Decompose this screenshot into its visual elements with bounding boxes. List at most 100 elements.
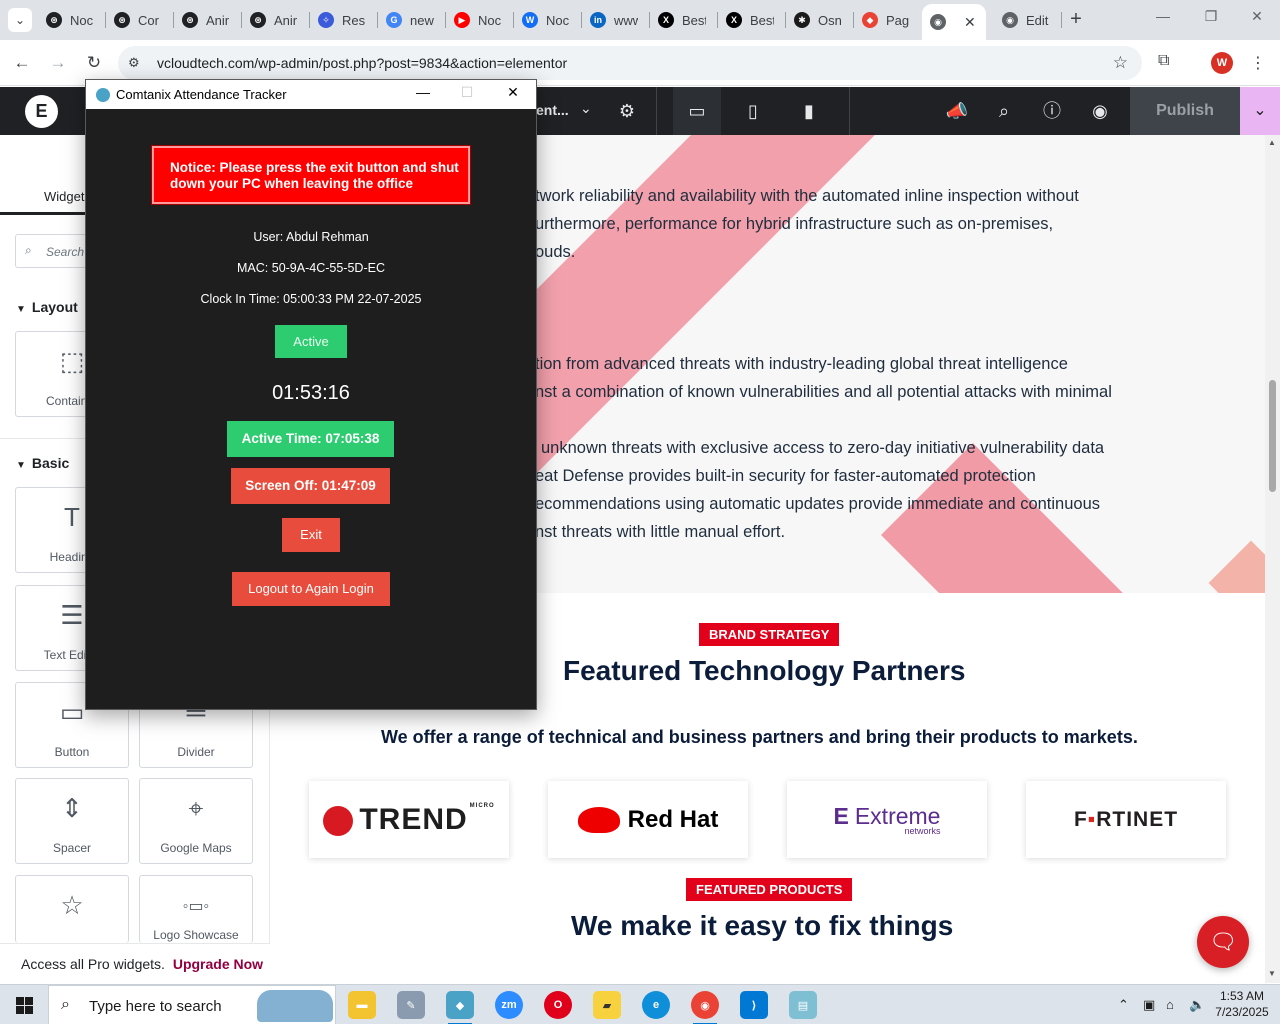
browser-tab[interactable]: Gnew bbox=[378, 4, 446, 36]
browser-tab[interactable]: ◉ Edit bbox=[994, 4, 1062, 36]
partner-logo-trend-micro[interactable]: TREND MICRO bbox=[309, 781, 509, 858]
browser-tab-label: Cor bbox=[138, 12, 159, 28]
partner-logo-fortinet[interactable]: F▪RTINET bbox=[1026, 781, 1226, 858]
start-button[interactable] bbox=[0, 985, 48, 1024]
widget-logo-showcase[interactable]: ◦▭◦ Logo Showcase bbox=[139, 875, 253, 943]
logout-button[interactable]: Logout to Again Login bbox=[232, 572, 390, 606]
finder-search-icon[interactable]: ⌕ bbox=[992, 99, 1016, 123]
tracker-title-bar[interactable]: Comtanix Attendance Tracker — ☐ ✕ bbox=[86, 80, 536, 109]
address-bar[interactable]: ⚙ vcloudtech.com/wp-admin/post.php?post=… bbox=[118, 46, 1142, 80]
tablet-view-icon[interactable]: ▯ bbox=[741, 99, 765, 123]
browser-tab[interactable]: ◆ Pag bbox=[854, 4, 922, 36]
publish-options-chevron-icon[interactable]: ⌄ bbox=[1240, 87, 1280, 135]
products-title: We make it easy to fix things bbox=[571, 910, 954, 941]
tracker-minimize-button[interactable]: — bbox=[408, 84, 438, 104]
document-chevron-down-icon[interactable]: ⌄ bbox=[580, 100, 592, 117]
widget-google-maps[interactable]: ⌖ Google Maps bbox=[139, 778, 253, 864]
scroll-up-arrow-icon[interactable]: ▲ bbox=[1268, 138, 1276, 147]
canvas-scrollbar[interactable]: ▲ ▼ bbox=[1265, 135, 1280, 983]
partner-logo-red-hat[interactable]: Red Hat bbox=[548, 781, 748, 858]
publish-button[interactable]: Publish bbox=[1130, 87, 1240, 135]
page-settings-gear-icon[interactable]: ⚙ bbox=[615, 99, 639, 123]
system-clock[interactable]: 1:53 AM 7/23/2025 bbox=[1212, 988, 1272, 1020]
widget-icon[interactable]: ☆ bbox=[15, 875, 129, 943]
tray-app-icon[interactable]: ▣ bbox=[1143, 997, 1155, 1013]
network-icon[interactable]: ⌂ bbox=[1166, 997, 1174, 1012]
bookmark-star-icon[interactable]: ☆ bbox=[1113, 53, 1128, 73]
reload-button[interactable]: ↻ bbox=[82, 51, 106, 75]
browser-tab[interactable]: ⊛ Anir bbox=[242, 4, 310, 36]
file-explorer-icon[interactable]: ▬ bbox=[348, 991, 376, 1019]
browser-tab[interactable]: ⊛ Noc bbox=[38, 4, 106, 36]
upgrade-now-link[interactable]: Upgrade Now bbox=[173, 956, 263, 972]
globe-icon: ◉ bbox=[1002, 12, 1018, 28]
browser-menu-icon[interactable]: ⋮ bbox=[1250, 53, 1266, 73]
whats-new-megaphone-icon[interactable]: 📣 bbox=[945, 99, 969, 123]
opera-icon[interactable]: O bbox=[544, 991, 572, 1019]
widget-label: Divider bbox=[177, 745, 215, 759]
forward-button[interactable]: → bbox=[46, 51, 70, 75]
sticky-notes-icon[interactable]: ▰ bbox=[593, 991, 621, 1019]
browser-tab[interactable]: ◉ ✕ bbox=[922, 4, 986, 40]
scroll-thumb[interactable] bbox=[1269, 380, 1276, 492]
browser-tab-label: Noc bbox=[478, 12, 502, 28]
browser-tab[interactable]: X Best bbox=[718, 4, 786, 36]
browser-tab-label: Resp bbox=[342, 12, 366, 28]
tracker-app-icon bbox=[96, 88, 110, 102]
browser-tab[interactable]: ▶ Noc bbox=[446, 4, 514, 36]
partner-logo-extreme-networks[interactable]: Ε Extreme networks bbox=[787, 781, 987, 858]
trend-micro-logo: TREND MICRO bbox=[323, 803, 494, 837]
new-tab-button[interactable]: + bbox=[1064, 8, 1088, 32]
browser-tab[interactable]: ✧ Resp bbox=[310, 4, 378, 36]
volume-icon[interactable]: 🔈 bbox=[1189, 997, 1205, 1013]
site-info-icon[interactable]: ⚙ bbox=[128, 55, 144, 71]
tab-close-icon[interactable]: ✕ bbox=[964, 14, 976, 31]
vscode-icon[interactable]: ⟩ bbox=[740, 991, 768, 1019]
zoom-icon[interactable]: zm bbox=[495, 991, 523, 1019]
exit-button[interactable]: Exit bbox=[282, 518, 340, 552]
browser-tab[interactable]: ⊛ Cor bbox=[106, 4, 174, 36]
document-title[interactable]: ent... bbox=[536, 102, 569, 118]
scroll-down-arrow-icon[interactable]: ▼ bbox=[1268, 969, 1276, 978]
url-text[interactable]: vcloudtech.com/wp-admin/post.php?post=98… bbox=[157, 55, 567, 71]
chat-support-icon[interactable]: 🗨 bbox=[1197, 916, 1249, 968]
category-layout[interactable]: ▼ Layout bbox=[16, 299, 78, 315]
preview-eye-icon[interactable]: ◉ bbox=[1088, 99, 1112, 123]
browser-tab[interactable]: W Noc bbox=[514, 4, 582, 36]
browser-minimize-button[interactable]: — bbox=[1148, 8, 1178, 32]
exit-notice-banner: Notice: Please press the exit button and… bbox=[152, 146, 470, 204]
browser-tab-label: Best bbox=[750, 12, 774, 28]
attendance-tracker-taskbar-icon[interactable]: ◆ bbox=[446, 991, 474, 1024]
paint-app-icon[interactable]: ✎ bbox=[397, 991, 425, 1019]
widget-label: Logo Showcase bbox=[153, 928, 239, 942]
back-button[interactable]: ← bbox=[10, 51, 34, 75]
browser-tab[interactable]: in www bbox=[582, 4, 650, 36]
edge-icon[interactable]: e bbox=[642, 991, 670, 1019]
notepad-icon[interactable]: ▤ bbox=[789, 991, 817, 1019]
tab-search-button[interactable]: ⌄ bbox=[8, 8, 32, 32]
session-timer: 01:53:16 bbox=[272, 382, 350, 404]
browser-tab[interactable]: ⊛ Anir bbox=[174, 4, 242, 36]
openai-icon: ⊛ bbox=[46, 12, 62, 28]
help-icon[interactable]: ⓘ bbox=[1040, 99, 1064, 123]
browser-close-button[interactable]: ✕ bbox=[1242, 8, 1272, 32]
profile-avatar[interactable]: W bbox=[1211, 52, 1233, 74]
extensions-icon[interactable]: ⧉ bbox=[1158, 52, 1180, 74]
browser-tab[interactable]: ✱ Osn bbox=[786, 4, 854, 36]
category-basic[interactable]: ▼ Basic bbox=[16, 455, 69, 471]
widget-spacer[interactable]: ⇕ Spacer bbox=[15, 778, 129, 864]
device-separator-right bbox=[849, 87, 850, 135]
browser-maximize-button[interactable]: ❐ bbox=[1196, 8, 1226, 32]
tracker-close-button[interactable]: ✕ bbox=[498, 84, 528, 104]
category-layout-label: Layout bbox=[31, 299, 78, 315]
chrome-icon[interactable]: ◉ bbox=[691, 991, 719, 1024]
elementor-logo-icon[interactable]: E bbox=[25, 95, 58, 128]
mobile-view-icon[interactable]: ▮ bbox=[797, 99, 821, 123]
taskbar-search-box[interactable]: ⌕ Type here to search bbox=[48, 985, 336, 1024]
hero-text-line: urthermore, performance for hybrid infra… bbox=[535, 215, 1054, 233]
tray-overflow-chevron-icon[interactable]: ⌃ bbox=[1118, 997, 1129, 1013]
hero-text-line: ouds. bbox=[535, 243, 576, 261]
openai-icon: ⊛ bbox=[250, 12, 266, 28]
browser-tab[interactable]: X Best bbox=[650, 4, 718, 36]
desktop-view-icon[interactable]: ▭ bbox=[685, 99, 709, 123]
